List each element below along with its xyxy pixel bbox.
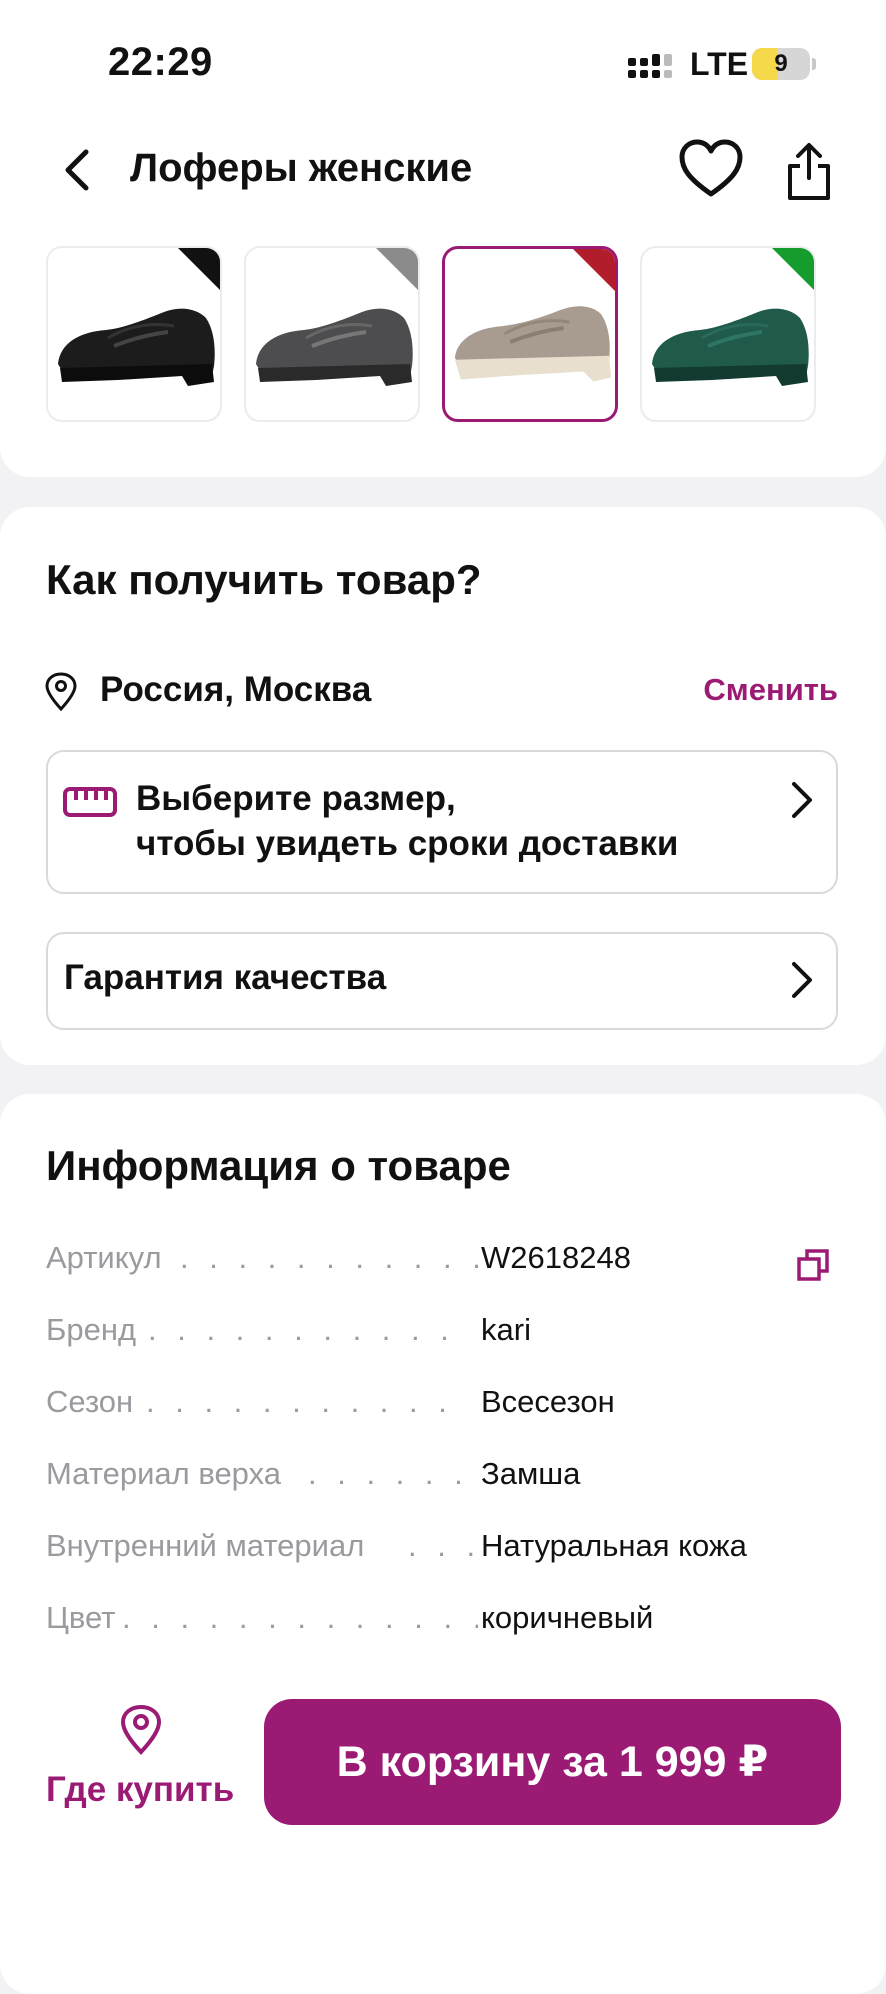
info-row-value: kari [481, 1312, 531, 1347]
color-thumbnail-green[interactable] [640, 246, 816, 422]
signal-icon [628, 54, 672, 78]
chevron-right-icon [792, 962, 812, 998]
info-row-dots: . . . . [408, 1528, 474, 1563]
info-row-value: Всесезон [481, 1384, 615, 1419]
chevron-left-icon [65, 149, 89, 191]
select-size-text: Выберите размер, чтобы увидеть сроки дос… [136, 776, 678, 866]
info-row-dots: . . . . . . . . . . . . . . . . . . . . … [148, 1312, 470, 1347]
change-location-link[interactable]: Сменить [703, 672, 838, 708]
delivery-title: Как получить товар? [46, 556, 482, 603]
select-size-line1: Выберите размер, [136, 779, 456, 818]
info-row-value: Замша [481, 1456, 581, 1491]
copy-icon[interactable] [796, 1248, 830, 1282]
add-to-cart-button[interactable]: В корзину за 1 999 ₽ [264, 1699, 841, 1825]
info-row-label: Внутренний материал [46, 1528, 365, 1563]
color-thumbnail-gray[interactable] [244, 246, 420, 422]
product-info-title: Информация о товаре [46, 1142, 511, 1189]
battery-icon: 9 [752, 48, 810, 80]
color-thumbnail-beige[interactable] [442, 246, 618, 422]
color-corner-badge [573, 249, 615, 291]
info-row-label: Артикул [46, 1240, 162, 1275]
select-size-line2: чтобы увидеть сроки доставки [136, 824, 679, 863]
info-row-label: Сезон [46, 1384, 134, 1419]
chevron-right-icon [792, 782, 812, 818]
info-row-value: коричневый [481, 1600, 654, 1635]
page-title: Лоферы женские [130, 146, 473, 190]
back-button[interactable] [52, 142, 102, 198]
network-type: LTE [690, 46, 749, 82]
color-corner-badge [772, 248, 814, 290]
location-pin-icon [120, 1704, 162, 1755]
info-row-label: Материал верха [46, 1456, 281, 1491]
info-row-dots: . . . . . . . . . . . [308, 1456, 478, 1491]
heart-icon[interactable] [678, 138, 744, 200]
where-to-buy-label: Где купить [46, 1770, 235, 1809]
info-row-label: Бренд [46, 1312, 137, 1347]
quality-guarantee-label: Гарантия качества [64, 958, 387, 997]
info-row-dots: . . . . . . . . . . . . . . . . . . . . … [122, 1600, 478, 1635]
info-row-label: Цвет [46, 1600, 116, 1635]
delivery-location: Россия, Москва [100, 670, 372, 709]
color-thumbnail-black[interactable] [46, 246, 222, 422]
share-icon[interactable] [784, 142, 834, 202]
battery-tip [812, 58, 816, 70]
location-pin-icon [45, 672, 77, 712]
battery-level: 9 [774, 50, 788, 77]
ruler-icon [63, 787, 117, 817]
color-corner-badge [178, 248, 220, 290]
info-row-value: W2618248 [481, 1240, 631, 1275]
info-row-dots: . . . . . . . . . . . . . . . . . . . . [180, 1240, 480, 1275]
status-time: 22:29 [108, 40, 213, 84]
info-row-dots: . . . . . . . . . . . . . . . . . . . . … [146, 1384, 470, 1419]
info-row-value: Натуральная кожа [481, 1528, 747, 1563]
add-to-cart-label: В корзину за 1 999 ₽ [336, 1738, 769, 1786]
color-corner-badge [376, 248, 418, 290]
